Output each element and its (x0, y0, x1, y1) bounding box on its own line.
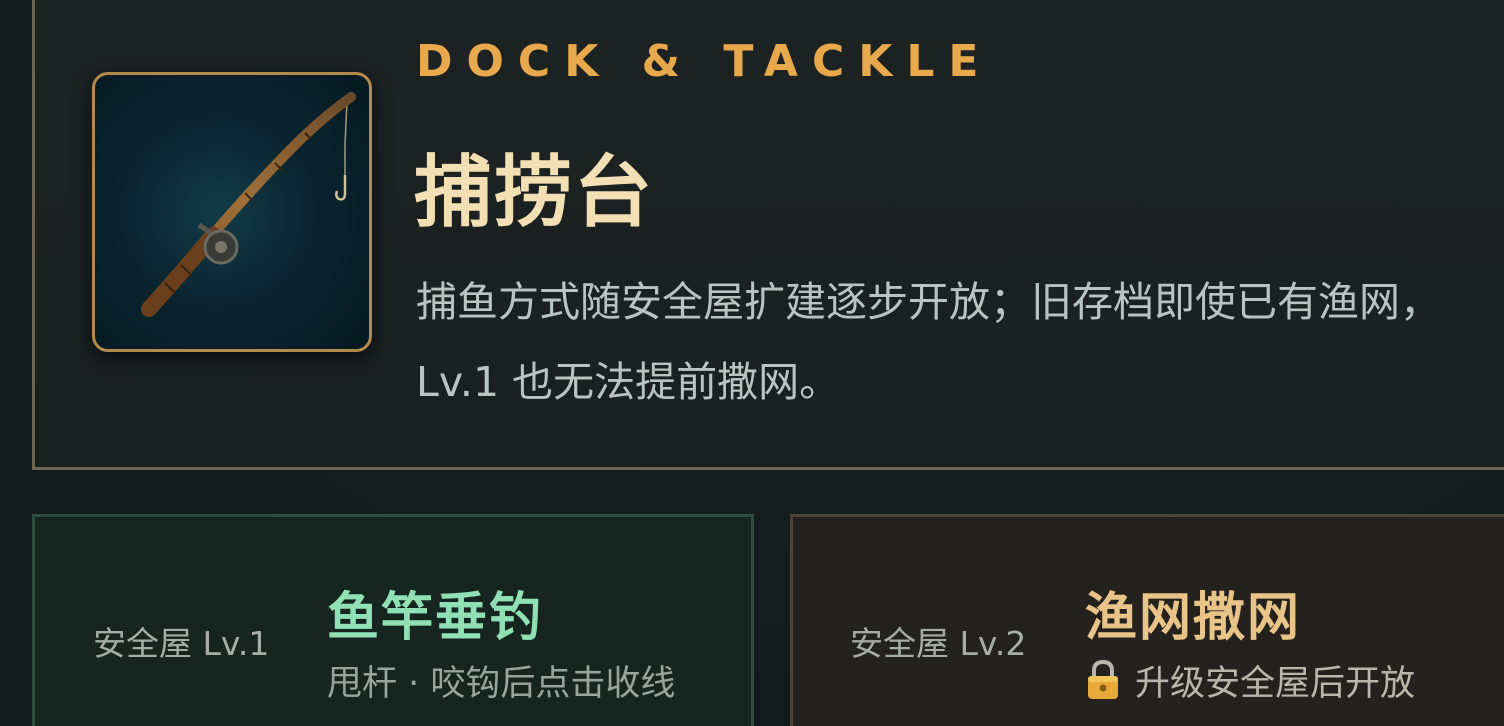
station-description: 捕鱼方式随安全屋扩建逐步开放；旧存档即使已有渔网，Lv.1 也无法提前撒网。 (416, 278, 1441, 406)
mode-card-rod-fishing[interactable]: 安全屋 Lv.1 鱼竿垂钓 甩杆 · 咬钩后点击收线 (32, 514, 754, 726)
mode-name: 渔网撒网 (1085, 588, 1302, 648)
mode-name: 鱼竿垂钓 (327, 588, 544, 648)
mode-requirement: 安全屋 Lv.1 (93, 624, 270, 663)
lock-icon (1085, 659, 1121, 701)
mode-requirement: 安全屋 Lv.2 (850, 624, 1027, 663)
dock-tackle-panel: DOCK & TACKLE 捕捞台 捕鱼方式随安全屋扩建逐步开放；旧存档即使已有… (0, 0, 1504, 726)
mode-card-net-casting[interactable]: 安全屋 Lv.2 渔网撒网 升级安全屋后开放 (790, 514, 1504, 726)
mode-subtitle: 甩杆 · 咬钩后点击收线 (327, 664, 676, 704)
station-eyebrow: DOCK & TACKLE (416, 36, 993, 87)
station-title: 捕捞台 (414, 148, 655, 238)
mode-subtitle: 升级安全屋后开放 (1135, 664, 1416, 704)
mode-lock-hint: 升级安全屋后开放 (1085, 655, 1415, 706)
fishing-rod-icon (92, 72, 372, 352)
